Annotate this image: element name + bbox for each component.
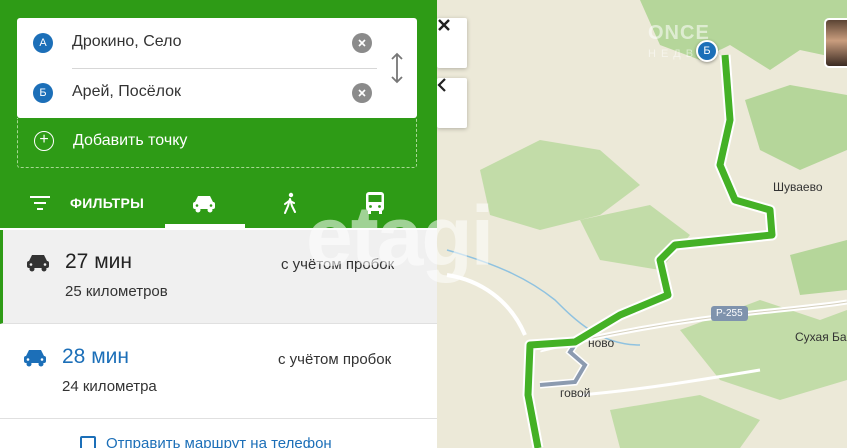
point-a-field[interactable]: Дрокино, Село xyxy=(72,33,182,51)
point-a-row[interactable]: А Дрокино, Село xyxy=(17,18,377,68)
route-end-marker[interactable]: Б xyxy=(696,40,718,62)
filters-label: ФИЛЬТРЫ xyxy=(70,195,145,211)
map-label-sukhaya: Сухая Ба xyxy=(795,330,847,344)
pedestrian-icon xyxy=(284,192,296,214)
chevron-left-icon xyxy=(437,78,446,92)
collapse-panel-button[interactable] xyxy=(437,78,467,128)
route-time: 27 мин xyxy=(65,250,132,273)
route-option-2[interactable]: 28 мин 24 километра с учётом пробок xyxy=(0,325,437,419)
map-label-govoy: говой xyxy=(560,386,591,400)
point-b-marker: Б xyxy=(33,83,53,103)
point-b-field[interactable]: Арей, Посёлок xyxy=(72,83,181,101)
route-distance: 25 километров xyxy=(65,283,168,300)
point-b-row[interactable]: Б Арей, Посёлок xyxy=(17,68,377,118)
send-to-phone-link[interactable]: Отправить маршрут на телефон xyxy=(80,435,332,448)
car-icon xyxy=(24,350,46,367)
map-label-shuvaevo: Шуваево xyxy=(773,180,823,194)
car-icon xyxy=(193,196,215,213)
filter-icon xyxy=(30,196,50,210)
close-button[interactable] xyxy=(437,18,467,68)
avatar[interactable] xyxy=(824,18,847,68)
swap-arrows-icon xyxy=(391,52,403,84)
add-point-button[interactable]: + Добавить точку xyxy=(17,118,417,168)
route-time: 28 мин xyxy=(62,345,129,368)
phone-icon xyxy=(80,435,96,448)
plus-circle-icon: + xyxy=(34,131,54,151)
add-point-label: Добавить точку xyxy=(73,132,188,149)
watermark-etagi: etagi xyxy=(306,189,494,283)
map-label-vovo: ново xyxy=(588,336,615,350)
route-inputs: А Дрокино, Село Б Арей, Посёлок xyxy=(17,18,417,118)
mode-car-button[interactable] xyxy=(186,186,222,220)
route-traffic-note: с учётом пробок xyxy=(278,351,392,368)
close-icon xyxy=(358,39,366,47)
close-icon xyxy=(438,19,450,31)
clear-point-b-button[interactable] xyxy=(352,83,372,103)
close-icon xyxy=(358,89,366,97)
active-mode-indicator xyxy=(165,224,245,228)
clear-point-a-button[interactable] xyxy=(352,33,372,53)
swap-points-button[interactable] xyxy=(387,51,407,85)
car-icon xyxy=(27,255,49,272)
route-distance: 24 километра xyxy=(62,378,157,395)
send-to-phone-label: Отправить маршрут на телефон xyxy=(106,435,332,448)
point-a-marker: А xyxy=(33,33,53,53)
filters-button[interactable]: ФИЛЬТРЫ xyxy=(30,188,144,218)
mode-walk-button[interactable] xyxy=(272,186,308,220)
road-badge: Р-255 xyxy=(711,306,748,321)
